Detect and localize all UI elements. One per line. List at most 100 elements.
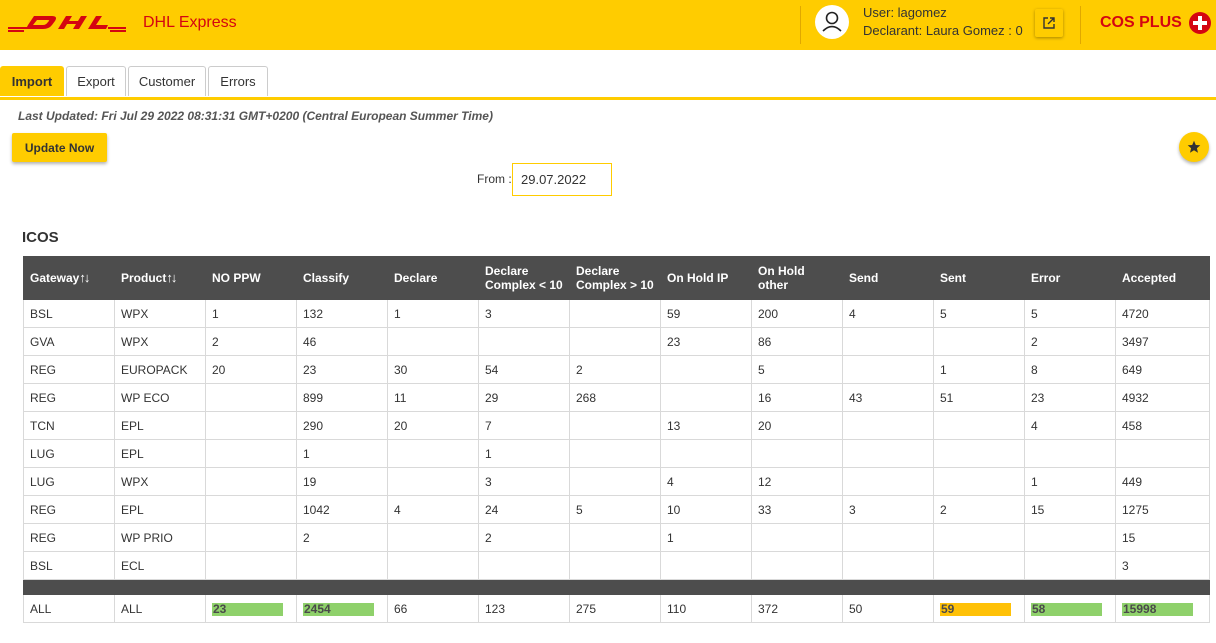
table-cell: 20 bbox=[751, 411, 843, 440]
table-cell bbox=[569, 327, 661, 356]
table-cell: 4720 bbox=[1115, 299, 1210, 328]
table-cell: 200 bbox=[751, 299, 843, 328]
table-cell: 23 bbox=[660, 327, 752, 356]
table-cell bbox=[933, 411, 1025, 440]
column-header-on-hold-other: On Hold other bbox=[751, 256, 843, 300]
table-cell: 3497 bbox=[1115, 327, 1210, 356]
table-cell: 8 bbox=[1024, 355, 1116, 384]
header-divider bbox=[800, 6, 801, 44]
table-cell bbox=[933, 327, 1025, 356]
total-declare-complex-lt10: 123 bbox=[478, 594, 570, 623]
from-date-input[interactable] bbox=[512, 163, 612, 196]
table-cell: 268 bbox=[569, 383, 661, 412]
open-external-button[interactable] bbox=[1035, 9, 1063, 37]
from-label: From : bbox=[477, 172, 512, 186]
table-cell: WP ECO bbox=[114, 383, 206, 412]
table-cell bbox=[569, 411, 661, 440]
table-cell: 5 bbox=[933, 299, 1025, 328]
tab-customer[interactable]: Customer bbox=[128, 66, 206, 96]
table-cell bbox=[751, 439, 843, 468]
column-header-gateway[interactable]: Gateway↑↓ bbox=[23, 256, 115, 300]
table-cell: WPX bbox=[114, 299, 206, 328]
table-cell bbox=[569, 299, 661, 328]
table-cell: REG bbox=[23, 523, 115, 552]
table-cell: 20 bbox=[205, 355, 297, 384]
table-cell: 2 bbox=[1024, 327, 1116, 356]
external-link-icon bbox=[1043, 17, 1055, 29]
table-cell bbox=[933, 523, 1025, 552]
table-row: LUG EPL 1 1 bbox=[23, 439, 1210, 468]
table-cell: 46 bbox=[296, 327, 388, 356]
table-cell bbox=[842, 355, 934, 384]
table-cell bbox=[842, 439, 934, 468]
star-icon bbox=[1187, 140, 1201, 153]
table-cell: 3 bbox=[478, 467, 570, 496]
table-cell bbox=[1024, 523, 1116, 552]
sort-icon[interactable]: ↑↓ bbox=[166, 270, 177, 285]
table-cell bbox=[478, 327, 570, 356]
total-error: 58 bbox=[1024, 594, 1116, 623]
table-cell: WPX bbox=[114, 327, 206, 356]
table-cell bbox=[205, 523, 297, 552]
update-now-button[interactable]: Update Now bbox=[12, 133, 107, 162]
sort-icon[interactable]: ↑↓ bbox=[79, 270, 90, 285]
table-cell: 290 bbox=[296, 411, 388, 440]
table-cell: 4 bbox=[842, 299, 934, 328]
table-cell: 11 bbox=[387, 383, 479, 412]
table-body: BSL WPX 1 132 1 3 59 200 4 5 5 4720 GVA WPX 2 46 23 86 2 34… bbox=[23, 299, 1210, 580]
column-header-product[interactable]: Product↑↓ bbox=[114, 256, 206, 300]
user-info: User: lagomez Declarant: Laura Gomez : 0 bbox=[863, 4, 1023, 40]
table-separator bbox=[23, 579, 1210, 595]
table-cell: 1 bbox=[478, 439, 570, 468]
table-cell: 51 bbox=[933, 383, 1025, 412]
last-updated-text: Last Updated: Fri Jul 29 2022 08:31:31 G… bbox=[18, 109, 493, 123]
header-divider bbox=[1080, 6, 1081, 44]
table-cell bbox=[842, 411, 934, 440]
table-cell: 10 bbox=[660, 495, 752, 524]
user-avatar-icon[interactable] bbox=[815, 5, 849, 39]
table-cell: 59 bbox=[660, 299, 752, 328]
section-title: ICOS bbox=[22, 229, 59, 246]
table-cell: WP PRIO bbox=[114, 523, 206, 552]
tab-export[interactable]: Export bbox=[66, 66, 126, 96]
total-declare: 66 bbox=[387, 594, 479, 623]
tab-import[interactable]: Import bbox=[0, 66, 64, 96]
table-cell: 20 bbox=[387, 411, 479, 440]
table-cell bbox=[205, 411, 297, 440]
table-cell: 1042 bbox=[296, 495, 388, 524]
total-send: 50 bbox=[842, 594, 934, 623]
table-cell bbox=[933, 467, 1025, 496]
table-cell bbox=[842, 467, 934, 496]
table-cell: 4 bbox=[660, 467, 752, 496]
table-cell bbox=[205, 495, 297, 524]
table-cell: 2 bbox=[933, 495, 1025, 524]
column-header-sent: Sent bbox=[933, 256, 1025, 300]
table-cell bbox=[296, 551, 388, 580]
table-cell bbox=[842, 523, 934, 552]
table-cell: 30 bbox=[387, 355, 479, 384]
column-header-declare: Declare bbox=[387, 256, 479, 300]
table-cell: 449 bbox=[1115, 467, 1210, 496]
table-cell bbox=[387, 523, 479, 552]
table-cell: 3 bbox=[842, 495, 934, 524]
swiss-cross-icon bbox=[1189, 12, 1211, 34]
brand-title: DHL Express bbox=[143, 14, 237, 31]
app-name: COS PLUS bbox=[1100, 14, 1182, 31]
table-cell: 29 bbox=[478, 383, 570, 412]
table-cell: 3 bbox=[478, 299, 570, 328]
table-cell: 24 bbox=[478, 495, 570, 524]
table-cell: 15 bbox=[1115, 523, 1210, 552]
table-cell: 7 bbox=[478, 411, 570, 440]
total-on-hold-ip: 110 bbox=[660, 594, 752, 623]
column-header-accepted: Accepted bbox=[1115, 256, 1210, 300]
table-cell: BSL bbox=[23, 551, 115, 580]
tab-errors[interactable]: Errors bbox=[208, 66, 268, 96]
column-header-declare-complex-gt10: Declare Complex > 10 bbox=[569, 256, 661, 300]
table-cell: LUG bbox=[23, 467, 115, 496]
table-cell: 16 bbox=[751, 383, 843, 412]
table-cell bbox=[569, 467, 661, 496]
tab-underline bbox=[0, 97, 1216, 100]
favorite-button[interactable] bbox=[1179, 132, 1209, 162]
table-cell: 3 bbox=[1115, 551, 1210, 580]
table-row: TCN EPL 290 20 7 13 20 4 458 bbox=[23, 411, 1210, 440]
